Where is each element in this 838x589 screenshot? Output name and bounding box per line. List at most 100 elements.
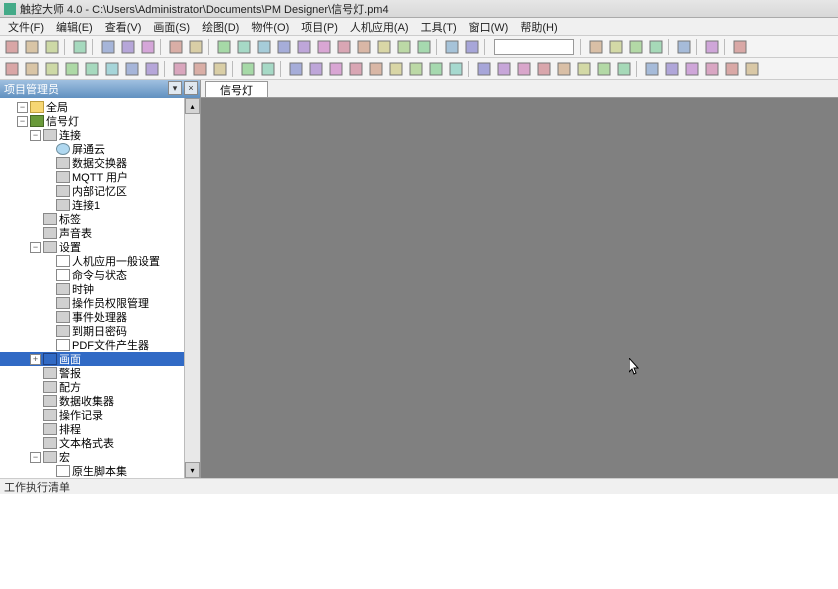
- toolbar-undo-icon[interactable]: [166, 38, 186, 56]
- toolbar-s2-icon[interactable]: [494, 60, 514, 78]
- tree-row[interactable]: 人机应用一般设置: [0, 254, 184, 268]
- collapse-icon[interactable]: −: [17, 102, 28, 113]
- collapse-icon[interactable]: −: [17, 116, 28, 127]
- toolbar-obj8-icon[interactable]: [142, 60, 162, 78]
- toolbar-grid-icon[interactable]: [214, 38, 234, 56]
- toolbar-t2-icon[interactable]: [662, 60, 682, 78]
- toolbar-open-icon[interactable]: [22, 38, 42, 56]
- tree-row[interactable]: −连接: [0, 128, 184, 142]
- toolbar-lamp-icon[interactable]: [306, 60, 326, 78]
- toolbar-link-icon[interactable]: [702, 38, 722, 56]
- toolbar-redo-icon[interactable]: [186, 38, 206, 56]
- toolbar-s8-icon[interactable]: [614, 60, 634, 78]
- menu-item-4[interactable]: 绘图(D): [196, 18, 245, 36]
- scroll-down-button[interactable]: ▾: [185, 462, 200, 478]
- collapse-icon[interactable]: −: [30, 452, 41, 463]
- toolbar-obj4-icon[interactable]: [62, 60, 82, 78]
- collapse-icon[interactable]: −: [30, 130, 41, 141]
- toolbar-s6-icon[interactable]: [574, 60, 594, 78]
- toolbar-magnify-icon[interactable]: [42, 38, 62, 56]
- toolbar-obj3-icon[interactable]: [42, 60, 62, 78]
- menu-item-10[interactable]: 帮助(H): [514, 18, 563, 36]
- toolbar-s4-icon[interactable]: [534, 60, 554, 78]
- tree-row[interactable]: 事件处理器: [0, 310, 184, 324]
- tree-row[interactable]: 标签: [0, 212, 184, 226]
- toolbar-group-icon[interactable]: [354, 38, 374, 56]
- tree-row[interactable]: 时钟: [0, 282, 184, 296]
- toolbar-help-icon[interactable]: [730, 38, 750, 56]
- tree-row[interactable]: 原生脚本集: [0, 464, 184, 478]
- toolbar-disp-icon[interactable]: [326, 60, 346, 78]
- toolbar-s1-icon[interactable]: [474, 60, 494, 78]
- scroll-up-button[interactable]: ▴: [185, 98, 200, 114]
- toolbar-poly-icon[interactable]: [294, 38, 314, 56]
- toolbar-copy-icon[interactable]: [118, 38, 138, 56]
- toolbar-circle-icon[interactable]: [254, 38, 274, 56]
- toolbar-a2-icon[interactable]: [190, 60, 210, 78]
- tree-row[interactable]: 文本格式表: [0, 436, 184, 450]
- toolbar-rect-icon[interactable]: [234, 38, 254, 56]
- toolbar-zoom-in-icon[interactable]: [394, 38, 414, 56]
- menu-item-2[interactable]: 查看(V): [99, 18, 148, 36]
- toolbar-table-icon[interactable]: [446, 60, 466, 78]
- tree-scrollbar[interactable]: ▴ ▾: [184, 98, 200, 478]
- toolbar-config-icon[interactable]: [626, 38, 646, 56]
- toolbar-shape1-icon[interactable]: [238, 60, 258, 78]
- menu-item-5[interactable]: 物件(O): [245, 18, 295, 36]
- toolbar-t6-icon[interactable]: [742, 60, 762, 78]
- panel-close-button[interactable]: ×: [184, 81, 198, 95]
- toolbar-input-icon[interactable]: [346, 60, 366, 78]
- toolbar-paste-icon[interactable]: [138, 38, 158, 56]
- toolbar-btn-icon[interactable]: [286, 60, 306, 78]
- menu-item-6[interactable]: 项目(P): [295, 18, 344, 36]
- editor-tab[interactable]: 信号灯: [205, 81, 268, 97]
- tree-row[interactable]: 连接1: [0, 198, 184, 212]
- collapse-icon[interactable]: −: [30, 242, 41, 253]
- menu-item-8[interactable]: 工具(T): [415, 18, 463, 36]
- toolbar-save-icon[interactable]: [70, 38, 90, 56]
- tree-row[interactable]: 操作记录: [0, 408, 184, 422]
- tree-row[interactable]: −设置: [0, 240, 184, 254]
- toolbar-line-icon[interactable]: [274, 38, 294, 56]
- toolbar-combo[interactable]: [494, 39, 574, 55]
- toolbar-obj5-icon[interactable]: [82, 60, 102, 78]
- panel-pin-button[interactable]: ▾: [168, 81, 182, 95]
- toolbar-a1-icon[interactable]: [170, 60, 190, 78]
- toolbar-ungroup-icon[interactable]: [374, 38, 394, 56]
- project-tree[interactable]: −全局−信号灯−连接屏通云数据交换器MQTT 用户内部记忆区连接1标签声音表−设…: [0, 98, 184, 478]
- toolbar-text-icon[interactable]: [314, 38, 334, 56]
- tree-row[interactable]: −全局: [0, 100, 184, 114]
- toolbar-meter-icon[interactable]: [366, 60, 386, 78]
- toolbar-obj1-icon[interactable]: [2, 60, 22, 78]
- toolbar-align-icon[interactable]: [442, 38, 462, 56]
- tree-row[interactable]: 屏通云: [0, 142, 184, 156]
- tree-row[interactable]: 排程: [0, 422, 184, 436]
- toolbar-t1-icon[interactable]: [642, 60, 662, 78]
- tree-row[interactable]: +画面: [0, 352, 184, 366]
- tree-row[interactable]: −宏: [0, 450, 184, 464]
- tree-row[interactable]: 命令与状态: [0, 268, 184, 282]
- toolbar-t5-icon[interactable]: [722, 60, 742, 78]
- toolbar-bar-icon[interactable]: [386, 60, 406, 78]
- tree-row[interactable]: 操作员权限管理: [0, 296, 184, 310]
- menu-item-7[interactable]: 人机应用(A): [344, 18, 415, 36]
- toolbar-trend-icon[interactable]: [406, 60, 426, 78]
- toolbar-s7-icon[interactable]: [594, 60, 614, 78]
- toolbar-s5-icon[interactable]: [554, 60, 574, 78]
- menu-item-1[interactable]: 编辑(E): [50, 18, 99, 36]
- tree-row[interactable]: 内部记忆区: [0, 184, 184, 198]
- tree-row[interactable]: −信号灯: [0, 114, 184, 128]
- tree-row[interactable]: 数据收集器: [0, 394, 184, 408]
- toolbar-obj2-icon[interactable]: [22, 60, 42, 78]
- toolbar-obj6-icon[interactable]: [102, 60, 122, 78]
- toolbar-new-icon[interactable]: [2, 38, 22, 56]
- tree-row[interactable]: 到期日密码: [0, 324, 184, 338]
- tree-row[interactable]: 配方: [0, 380, 184, 394]
- tree-row[interactable]: MQTT 用户: [0, 170, 184, 184]
- toolbar-shape2-icon[interactable]: [258, 60, 278, 78]
- toolbar-stop-icon[interactable]: [606, 38, 626, 56]
- editor-canvas[interactable]: [201, 98, 838, 478]
- tree-row[interactable]: 警报: [0, 366, 184, 380]
- expand-icon[interactable]: +: [30, 354, 41, 365]
- toolbar-zoom-out-icon[interactable]: [414, 38, 434, 56]
